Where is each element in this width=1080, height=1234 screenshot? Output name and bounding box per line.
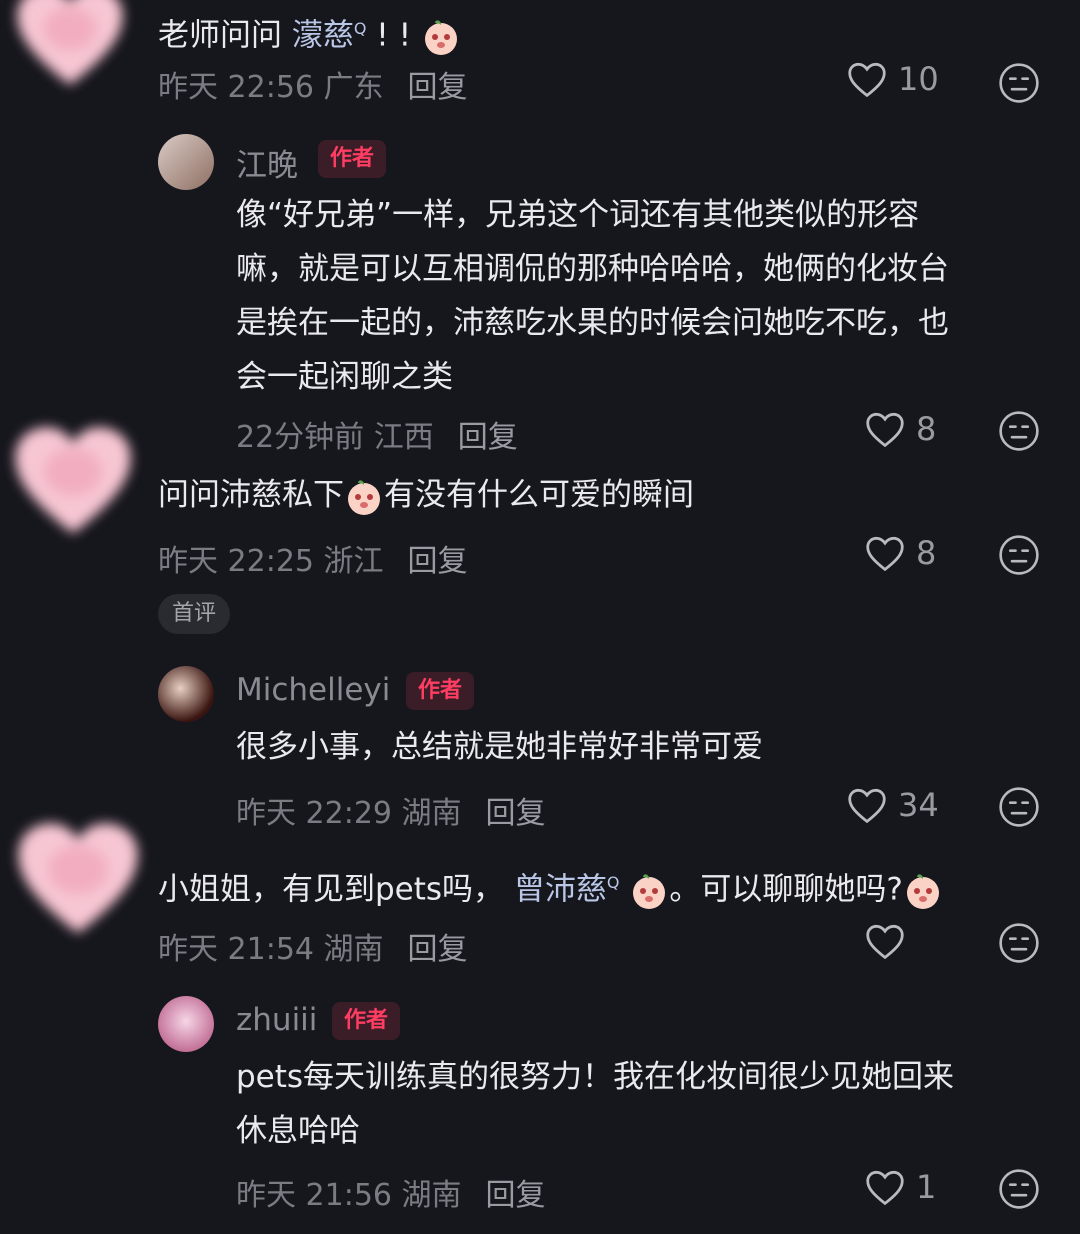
reply-button[interactable]: 回复 xyxy=(458,420,518,455)
comment-text-line: 嘛，就是可以互相调侃的那种哈哈哈，她俩的化妆台 xyxy=(236,251,949,287)
comment-text-line: 像“好兄弟”一样，兄弟这个词还有其他类似的形容 xyxy=(236,197,920,233)
comment-meta: 昨天 22:29 湖南 回复 xyxy=(236,796,546,831)
dislike-icon[interactable] xyxy=(998,410,1040,452)
comment-text-line: 会一起闲聊之类 xyxy=(236,359,453,395)
comment-meta: 22分钟前 江西 回复 xyxy=(236,420,518,455)
heart-outline-icon xyxy=(864,1168,906,1206)
comment-text-line: pets每天训练真的很努力！我在化妆间很少见她回来 xyxy=(236,1059,955,1095)
first-comment-tag: 首评 xyxy=(158,594,231,634)
avatar[interactable] xyxy=(158,666,214,722)
author-badge: 作者 xyxy=(332,1002,401,1040)
comment-text-line: 休息哈哈 xyxy=(236,1113,360,1149)
heart-outline-icon xyxy=(846,786,888,824)
reply-button[interactable]: 回复 xyxy=(408,932,468,967)
like-count: 1 xyxy=(916,1168,937,1206)
like-button[interactable]: 10 xyxy=(846,60,939,98)
heart-outline-icon xyxy=(864,410,906,448)
comment-text: 很多小事，总结就是她非常好非常可爱 xyxy=(236,729,763,765)
like-button[interactable]: 8 xyxy=(864,410,936,448)
search-icon: Q xyxy=(353,19,367,38)
comment-meta: 昨天 22:56 广东 回复 xyxy=(158,70,468,105)
mention-link[interactable]: 濛慈 xyxy=(292,17,354,53)
heart-avatar-icon xyxy=(10,0,130,92)
comment-text: 小姐姐，有见到pets吗， 曾沛慈Q 。可以聊聊她吗? xyxy=(158,856,943,916)
like-button[interactable]: 34 xyxy=(846,786,939,824)
peach-emoji-icon xyxy=(629,871,669,911)
heart-outline-icon xyxy=(864,922,906,960)
like-button[interactable]: 1 xyxy=(864,1168,936,1206)
reply-button[interactable]: 回复 xyxy=(486,796,546,831)
dislike-icon[interactable] xyxy=(998,534,1040,576)
heart-outline-icon xyxy=(846,60,888,98)
reply-button[interactable]: 回复 xyxy=(408,70,468,105)
dislike-icon[interactable] xyxy=(998,786,1040,828)
peach-emoji-icon xyxy=(344,477,384,517)
comment-text: 问问沛慈私下 有没有什么可爱的瞬间 xyxy=(158,468,694,522)
author-badge: 作者 xyxy=(318,140,387,178)
peach-emoji-icon xyxy=(903,871,943,911)
heart-outline-icon xyxy=(864,534,906,572)
like-count: 8 xyxy=(916,534,937,572)
comment-text: 老师问问 濛慈Q ! ! xyxy=(158,2,461,62)
reply-button[interactable]: 回复 xyxy=(408,544,468,579)
like-button[interactable] xyxy=(864,922,906,960)
like-count: 8 xyxy=(916,410,937,448)
heart-avatar-icon xyxy=(8,818,148,940)
search-icon: Q xyxy=(606,873,620,892)
username[interactable]: zhuiii xyxy=(236,1002,317,1038)
avatar[interactable] xyxy=(158,134,214,190)
reply-button[interactable]: 回复 xyxy=(486,1178,546,1213)
mention-link[interactable]: 曾沛慈 xyxy=(514,871,607,907)
avatar[interactable] xyxy=(8,818,148,940)
username[interactable]: Michelleyi xyxy=(236,672,390,708)
author-badge: 作者 xyxy=(406,672,475,710)
like-count: 10 xyxy=(898,60,939,98)
username[interactable]: 江晚 xyxy=(236,140,298,185)
avatar[interactable] xyxy=(6,422,140,540)
avatar[interactable] xyxy=(158,996,214,1052)
comment-text-line: 是挨在一起的，沛慈吃水果的时候会问她吃不吃，也 xyxy=(236,305,949,341)
avatar[interactable] xyxy=(10,0,130,92)
dislike-icon[interactable] xyxy=(998,1168,1040,1210)
comment-meta: 昨天 21:54 湖南 回复 xyxy=(158,932,468,967)
comment-meta: 昨天 22:25 浙江 回复 xyxy=(158,544,468,579)
comment-meta: 昨天 21:56 湖南 回复 xyxy=(236,1178,546,1213)
peach-emoji-icon xyxy=(421,17,461,57)
like-count: 34 xyxy=(898,786,939,824)
heart-avatar-icon xyxy=(6,422,140,540)
like-button[interactable]: 8 xyxy=(864,534,936,572)
dislike-icon[interactable] xyxy=(998,922,1040,964)
dislike-icon[interactable] xyxy=(998,62,1040,104)
